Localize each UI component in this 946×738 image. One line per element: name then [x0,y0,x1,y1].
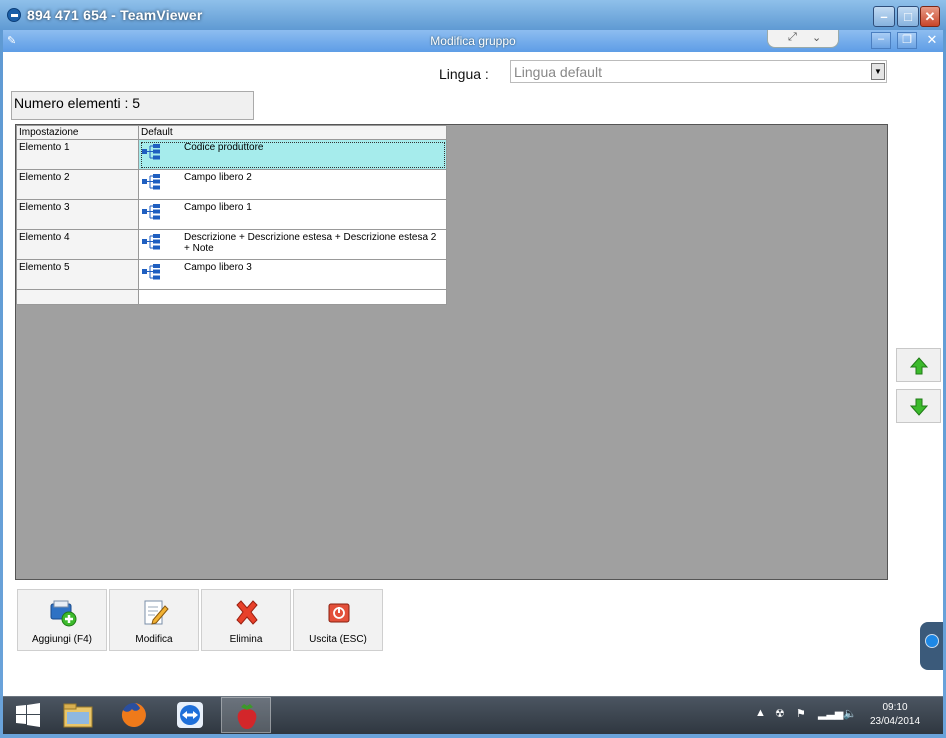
fullscreen-icon[interactable]: ⤢ [788,31,797,44]
row-setting-cell[interactable]: Elemento 1 [16,139,139,170]
row-default-value: Campo libero 1 [184,202,252,213]
firefox-icon [121,703,146,727]
volume-icon[interactable]: 🔈 [843,707,857,720]
teamviewer-side-panel[interactable] [920,622,943,670]
delete-button[interactable]: Elimina [201,589,291,651]
flag-icon[interactable]: ⚑ [796,707,806,720]
main-content: Lingua : Lingua default ▼ Numero element… [3,52,943,696]
maximize-button[interactable]: □ [897,6,919,27]
tray-app-icon[interactable]: ☢ [775,707,785,720]
table-row[interactable]: Elemento 4 Descrizione + Descrizione este… [16,229,447,260]
row-setting-cell[interactable]: Elemento 4 [16,229,139,260]
tree-field-icon [142,234,160,250]
clock[interactable]: 09:10 23/04/2014 [863,701,927,729]
table-row-empty[interactable] [16,289,447,305]
tree-field-icon [142,264,160,280]
app-minimize-button[interactable]: – [871,32,891,49]
table-row[interactable]: Elemento 2 Campo libero 2 [16,169,447,200]
add-button[interactable]: Aggiungi (F4) [17,589,107,651]
strawberry-icon [237,704,257,729]
row-default-value: Campo libero 2 [184,172,252,183]
lingua-value: Lingua default [514,64,602,80]
app-close-button[interactable]: ✕ [923,32,941,49]
taskbar-teamviewer[interactable] [165,697,215,733]
folder-icon [63,703,93,728]
teamviewer-titlebar: 894 471 654 - TeamViewer – □ ✕ [0,0,946,30]
edit-button-label: Modifica [135,634,173,645]
column-header-default[interactable]: Default [138,125,447,140]
table-row[interactable]: Elemento 1 Codice produttore [16,139,447,170]
clock-time: 09:10 [882,702,908,713]
minimize-button[interactable]: – [873,6,895,27]
tray-expand-icon[interactable]: ▲ [755,707,766,719]
app-restore-button[interactable]: ❐ [897,32,917,49]
teamviewer-logo-icon [7,8,21,22]
chevron-down-icon[interactable]: ⌄ [812,31,821,44]
row-default-cell[interactable]: Campo libero 3 [138,259,447,290]
teamviewer-icon [177,702,203,728]
tree-field-icon [142,174,160,190]
row-default-value: Codice produttore [184,142,264,153]
taskbar-firefox[interactable] [109,697,159,733]
empty-cell[interactable] [16,289,139,305]
taskbar-strawberry-app[interactable] [221,697,271,733]
taskbar: ▲ ☢ ⚑ ▂▃▅ 🔈 09:10 23/04/2014 [3,696,943,734]
edit-icon [144,600,169,625]
delete-icon [236,600,258,625]
row-setting-cell[interactable]: Elemento 3 [16,199,139,230]
element-count: Numero elementi : 5 [11,91,254,120]
edit-button[interactable]: Modifica [109,589,199,651]
tree-field-icon [142,204,160,220]
exit-button[interactable]: Uscita (ESC) [293,589,383,651]
tree-field-icon [142,144,160,160]
row-default-cell[interactable]: Campo libero 2 [138,169,447,200]
move-down-button[interactable] [896,389,941,423]
delete-button-label: Elimina [229,634,263,645]
element-count-label: Numero elementi : 5 [14,95,141,111]
add-button-label: Aggiungi (F4) [31,634,93,645]
clock-date: 23/04/2014 [869,716,921,727]
windows-icon [16,703,40,727]
row-default-cell[interactable]: Campo libero 1 [138,199,447,230]
power-icon [328,603,350,623]
lingua-select[interactable]: Lingua default ▼ [510,60,887,83]
teamviewer-window: 894 471 654 - TeamViewer – □ ✕ ✎ Modific… [0,0,946,738]
exit-button-label: Uscita (ESC) [309,634,367,645]
table-row[interactable]: Elemento 3 Campo libero 1 [16,199,447,230]
row-default-cell[interactable]: Codice produttore [138,139,447,170]
move-up-button[interactable] [896,348,941,382]
column-header-impostazione[interactable]: Impostazione [16,125,139,140]
start-button[interactable] [7,697,47,733]
lingua-label: Lingua : [439,66,489,82]
grid-area: Impostazione Default Elemento 1 Codice pr… [15,124,888,580]
remote-desktop: ✎ Modifica gruppo ⤢ ⌄ – ❐ ✕ Lingua : Lin… [3,30,943,734]
row-default-value: Campo libero 3 [184,262,252,273]
row-default-cell[interactable]: Descrizione + Descrizione estesa + Descr… [138,229,447,260]
signal-icon[interactable]: ▂▃▅ [818,707,843,720]
row-setting-cell[interactable]: Elemento 2 [16,169,139,200]
arrow-down-icon [909,398,929,416]
teamviewer-toolbar-tab[interactable]: ⤢ ⌄ [767,30,839,48]
teamviewer-title: 894 471 654 - TeamViewer [27,7,203,23]
row-setting-cell[interactable]: Elemento 5 [16,259,139,290]
arrow-up-icon [909,357,929,375]
table-row[interactable]: Elemento 5 Campo libero 3 [16,259,447,290]
empty-cell[interactable] [138,289,447,305]
close-button[interactable]: ✕ [920,6,940,27]
app-titlebar: ✎ Modifica gruppo ⤢ ⌄ – ❐ ✕ [3,30,943,52]
dropdown-arrow-icon[interactable]: ▼ [871,63,885,80]
add-icon [50,600,77,627]
elements-table: Impostazione Default Elemento 1 Codice pr… [16,125,447,305]
taskbar-explorer[interactable] [53,697,103,733]
row-default-value: Descrizione + Descrizione estesa + Descr… [184,232,437,254]
